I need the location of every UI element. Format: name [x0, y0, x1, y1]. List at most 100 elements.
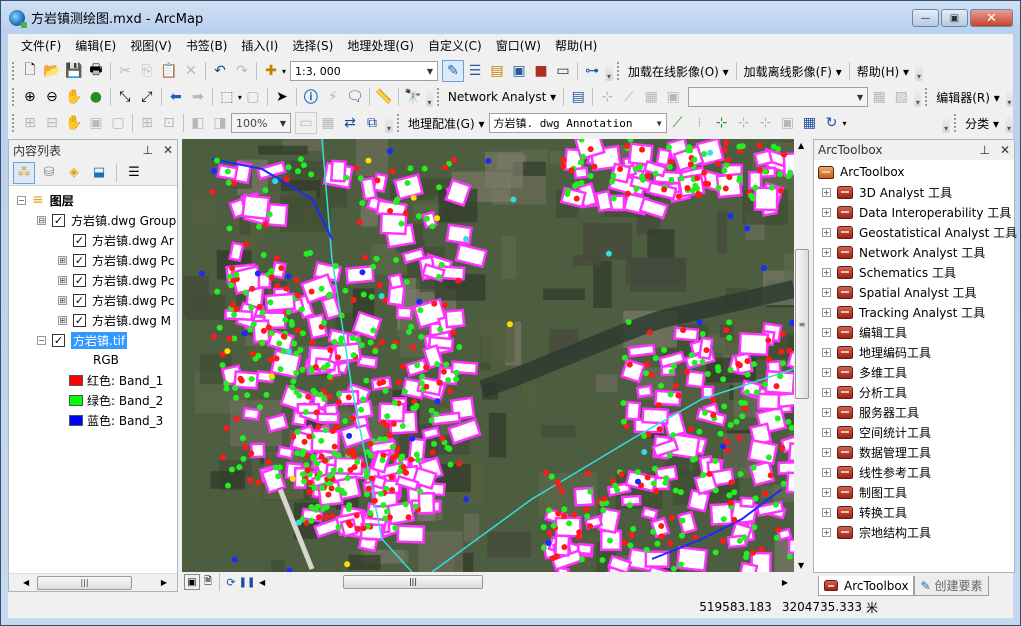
expand-icon[interactable]: ⊞ [58, 315, 67, 325]
georeferencing-menu[interactable]: 地理配准(G) ▾ [404, 115, 489, 132]
expand-icon[interactable]: + [822, 387, 831, 397]
expand-icon[interactable]: + [822, 187, 831, 197]
zoom-100-icon[interactable]: ▢ [107, 112, 129, 134]
fixed-zoom-in-layout-icon[interactable]: ⊞ [136, 112, 158, 134]
close-panel-icon[interactable]: ✕ [1000, 143, 1010, 157]
toolbar-grip[interactable] [12, 62, 16, 80]
expand-icon[interactable]: + [822, 227, 831, 237]
tab-create-features[interactable]: ✎ 创建要素 [914, 576, 989, 596]
search-window-icon[interactable]: ▣ [508, 60, 530, 82]
find-binoculars-icon[interactable]: 🔭 [402, 86, 424, 108]
expand-icon[interactable]: + [822, 507, 831, 517]
zoom-in-icon[interactable]: ⊕ [19, 86, 41, 108]
scroll-thumb[interactable]: ||| [343, 575, 483, 589]
scroll-up-icon[interactable]: ▲ [798, 141, 804, 150]
scroll-down-icon[interactable]: ▼ [798, 561, 804, 570]
layer-item[interactable]: ⊞ ✓ 方岩镇.dwg Pc [58, 250, 175, 270]
toolbar-overflow-icon[interactable]: ▾ [1005, 87, 1014, 107]
add-data-icon[interactable]: ✚ [260, 60, 282, 82]
link-table-icon[interactable]: ▦ [799, 112, 821, 134]
toolbar-overflow-icon[interactable]: ▾ [425, 87, 434, 107]
network-solve-icon[interactable]: ▣ [662, 86, 684, 108]
toolbox-item[interactable]: + Spatial Analyst 工具 [822, 282, 977, 302]
hyperlink-icon[interactable]: ⚡ [322, 86, 344, 108]
scroll-left-icon[interactable]: ◀ [23, 578, 29, 587]
fixed-zoom-out-icon[interactable]: ⤢ [136, 86, 158, 108]
layout-pan-icon[interactable]: ✋ [63, 112, 85, 134]
layer-item[interactable]: ⊞ ✓ 方岩镇.dwg Pc [58, 270, 175, 290]
menu-file[interactable]: 文件(F) [14, 37, 68, 54]
list-by-source-icon[interactable]: ⛁ [38, 162, 60, 184]
layer-visibility-checkbox[interactable]: ✓ [52, 213, 65, 227]
menu-edit[interactable]: 编辑(E) [68, 37, 123, 54]
map-canvas[interactable] [182, 139, 794, 572]
toolbox-item[interactable]: + Schematics 工具 [822, 262, 956, 282]
network-analyst-menu[interactable]: Network Analyst ▾ [444, 90, 560, 104]
expand-icon[interactable]: + [822, 447, 831, 457]
toolbox-item[interactable]: + Geostatistical Analyst 工具 [822, 222, 1017, 242]
expand-icon[interactable]: + [822, 407, 831, 417]
zoom-whole-page-icon[interactable]: ▣ [85, 112, 107, 134]
arctoolbox-root[interactable]: ArcToolbox [818, 162, 904, 182]
toolbar-overflow-icon[interactable]: ▾ [915, 61, 924, 81]
menu-customize[interactable]: 自定义(C) [421, 37, 489, 54]
open-folder-icon[interactable]: 📂 [41, 60, 63, 82]
auto-registration-icon[interactable]: ⊹ [755, 112, 777, 134]
menu-help[interactable]: 帮助(H) [548, 37, 604, 54]
green-swatch[interactable] [69, 394, 83, 406]
collapse-icon[interactable]: − [37, 335, 46, 345]
expand-icon[interactable]: + [822, 267, 831, 277]
list-by-visibility-icon[interactable]: ◈ [63, 162, 85, 184]
expand-icon[interactable]: + [822, 207, 831, 217]
fixed-zoom-out-layout-icon[interactable]: ⊡ [158, 112, 180, 134]
help-menu-button[interactable]: 帮助(H) ▾ [853, 63, 913, 80]
change-layout-icon[interactable]: ⇄ [339, 112, 361, 134]
layer-item[interactable]: ⊟ ✓ 方岩镇.dwg Group [37, 210, 176, 230]
layer-visibility-checkbox[interactable]: ✓ [73, 233, 86, 247]
expand-icon[interactable]: + [822, 487, 831, 497]
list-by-selection-icon[interactable]: ⬓ [88, 162, 110, 184]
toolbox-item[interactable]: + 制图工具 [822, 482, 907, 502]
network-options-icon[interactable]: ▧ [890, 86, 912, 108]
layer-visibility-checkbox[interactable]: ✓ [73, 313, 86, 327]
network-identify-icon[interactable]: ▦ [640, 86, 662, 108]
expand-icon[interactable]: + [822, 427, 831, 437]
measure-icon[interactable]: 📏 [373, 86, 395, 108]
network-analyst-window-icon[interactable]: ▤ [567, 86, 589, 108]
data-driven-pages-icon[interactable]: ⧉ [361, 112, 383, 134]
toolbar-grip[interactable] [12, 114, 16, 132]
rotate-icon[interactable]: ↻ [821, 112, 843, 134]
layers-root[interactable]: − ≡ 图层 [17, 190, 74, 210]
pin-icon[interactable]: ⊥ [142, 143, 152, 157]
print-icon[interactable]: 🖶 [85, 60, 107, 82]
back-extent-icon[interactable]: ⬅ [165, 86, 187, 108]
select-link-icon[interactable]: ⟊ [689, 112, 711, 134]
zoom-to-link-icon[interactable]: ⊹ [711, 112, 733, 134]
toolbox-item[interactable]: + 线性参考工具 [822, 462, 931, 482]
expand-icon[interactable]: + [822, 307, 831, 317]
fixed-zoom-in-icon[interactable]: ⤡ [114, 86, 136, 108]
toc-options-icon[interactable]: ☰ [123, 162, 145, 184]
layer-visibility-checkbox[interactable]: ✓ [73, 293, 86, 307]
map-view[interactable] [182, 139, 794, 572]
expand-icon[interactable]: + [822, 287, 831, 297]
toolbox-item[interactable]: + 服务器工具 [822, 402, 919, 422]
save-icon[interactable]: 💾 [63, 60, 85, 82]
cut-icon[interactable]: ✂ [114, 60, 136, 82]
collapse-icon[interactable]: ⊟ [37, 215, 46, 225]
scroll-right-icon[interactable]: ▶ [782, 578, 788, 587]
load-offline-imagery-menu[interactable]: 加载离线影像(F) ▾ [740, 63, 846, 80]
expand-icon[interactable]: + [822, 247, 831, 257]
expand-icon[interactable]: + [822, 467, 831, 477]
toolbox-item[interactable]: + 转换工具 [822, 502, 907, 522]
scale-combo[interactable]: 1:3, 000 ▼ [290, 61, 439, 81]
editor-toolbar-icon[interactable]: ✎ [442, 60, 465, 82]
copy-icon[interactable]: ⎘ [136, 60, 158, 82]
select-features-icon[interactable]: ⬚ [216, 86, 238, 108]
expand-icon[interactable]: + [822, 327, 831, 337]
delete-icon[interactable]: ✕ [180, 60, 202, 82]
expand-icon[interactable]: ⊞ [58, 275, 67, 285]
toolbox-item[interactable]: + 地理编码工具 [822, 342, 931, 362]
layout-zoom-combo[interactable]: 100% ▼ [231, 113, 291, 133]
expand-icon[interactable]: ⊞ [58, 295, 67, 305]
